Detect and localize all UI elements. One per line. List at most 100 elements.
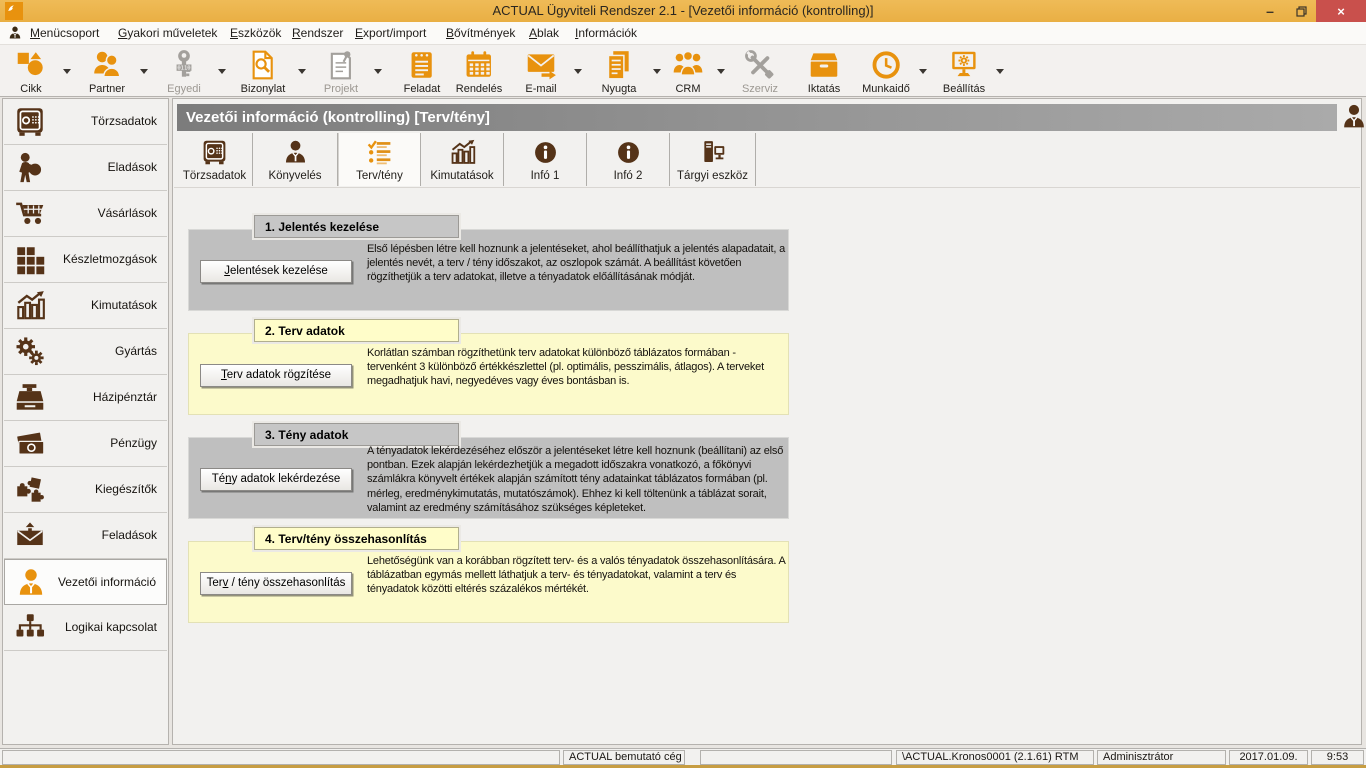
tab-targyi-eszkoz[interactable]: Tárgyi eszköz xyxy=(670,133,756,186)
safe-icon xyxy=(13,105,47,139)
toolbar-button-label: Rendelés xyxy=(456,83,502,95)
toolbar-button-label: Beállítás xyxy=(943,83,985,95)
restore-button[interactable] xyxy=(1286,0,1316,22)
section-title: 3. Tény adatok xyxy=(254,423,459,446)
grid-icon xyxy=(13,243,47,277)
section-description: Korlátlan számban rögzíthetünk terv adat… xyxy=(367,346,786,389)
toolbar: Cikk Partner 0110Egyedi Bizonylat Projekt Fel… xyxy=(0,45,1366,97)
tabs-divider xyxy=(174,187,1360,188)
close-button[interactable]: × xyxy=(1316,0,1366,22)
sidebar-item-gyartas[interactable]: Gyártás xyxy=(4,329,167,375)
statusbar: ACTUAL bemutató cég\ACTUAL.Kronos0001 (2… xyxy=(0,748,1366,765)
toolbar-button-nyugta[interactable]: Nyugta xyxy=(602,47,637,95)
toolbar-button-label: Bizonylat xyxy=(241,83,286,95)
menu-item-gyakori-muveletek[interactable]: Gyakori műveletek xyxy=(118,26,217,40)
dropdown-arrow-icon[interactable] xyxy=(717,69,725,78)
tab-label: Kimutatások xyxy=(430,170,493,182)
toolbar-button-rendeles[interactable]: Rendelés xyxy=(456,47,502,95)
computer-icon xyxy=(698,137,727,167)
dropdown-arrow-icon[interactable] xyxy=(63,69,71,78)
toolbar-button-iktatas[interactable]: Iktatás xyxy=(807,47,841,95)
menu-item-export-import[interactable]: Export/import xyxy=(355,26,426,40)
tab-kimutatasok[interactable]: Kimutatások xyxy=(421,133,504,186)
gears-icon xyxy=(13,335,47,369)
toolbar-button-crm[interactable]: CRM xyxy=(671,47,705,95)
dropdown-arrow-icon[interactable] xyxy=(574,69,582,78)
sidebar-item-feladasok[interactable]: Feladások xyxy=(4,513,167,559)
toolbar-button-label: Munkaidő xyxy=(862,83,910,95)
toolbar-button-partner[interactable]: Partner xyxy=(89,47,125,95)
status-cell-empty xyxy=(2,750,560,765)
sidebar-item-eladasok[interactable]: Eladások xyxy=(4,145,167,191)
info-icon xyxy=(531,137,560,167)
person-tie-icon xyxy=(1339,102,1366,132)
toolbar-button-e-mail[interactable]: E-mail xyxy=(524,47,558,95)
menu-item-rendszer[interactable]: Rendszer xyxy=(292,26,343,40)
partner-icon xyxy=(90,47,124,83)
tab-info-1[interactable]: Infó 1 xyxy=(504,133,587,186)
sidebar-item-kimutatasok[interactable]: Kimutatások xyxy=(4,283,167,329)
toolbar-button-cikk[interactable]: Cikk xyxy=(14,47,48,95)
button-teny-adatok-lekerdezese[interactable]: Tény adatok lekérdezése xyxy=(200,468,352,491)
section-title: 2. Terv adatok xyxy=(254,319,459,342)
sidebar-item-vezetoi-informacio[interactable]: Vezetői információ xyxy=(4,559,167,605)
tab-info-2[interactable]: Infó 2 xyxy=(587,133,670,186)
toolbar-button-egyedi[interactable]: 0110Egyedi xyxy=(167,47,201,95)
status-time: 9:53 xyxy=(1311,750,1364,765)
sidebar-item-hazipenztar[interactable]: Házipénztár xyxy=(4,375,167,421)
tab-label: Infó 1 xyxy=(531,170,560,182)
receipt-icon xyxy=(602,47,636,83)
menu-item-ablak[interactable]: Ablak xyxy=(529,26,559,40)
toolbar-button-szerviz[interactable]: Szerviz xyxy=(742,47,778,95)
section-description: Lehetőségünk van a korábban rögzített te… xyxy=(367,554,786,597)
status-database: \ACTUAL.Kronos0001 (2.1.61) RTM xyxy=(896,750,1094,765)
person-tie-icon xyxy=(281,137,310,167)
button-jelentesek-kezelese[interactable]: Jelentések kezelése xyxy=(200,260,352,283)
menu-item-bovitmenyek[interactable]: Bővítmények xyxy=(446,26,515,40)
sidebar-item-label: Törzsadatok xyxy=(91,99,157,144)
tab-torzsadatok[interactable]: Törzsadatok xyxy=(177,133,253,186)
sidebar-item-torzsadatok[interactable]: Törzsadatok xyxy=(4,99,167,145)
puzzle-icon xyxy=(13,473,47,507)
button-terv-adatok-rogzitese[interactable]: Terv adatok rögzítése xyxy=(200,364,352,387)
menu-item-menucsoport[interactable]: Menücsoport xyxy=(30,26,99,40)
sidebar-item-keszletmozgasok[interactable]: Készletmozgások xyxy=(4,237,167,283)
toolbar-button-feladat[interactable]: Feladat xyxy=(404,47,441,95)
toolbar-button-bizonylat[interactable]: Bizonylat xyxy=(241,47,286,95)
dropdown-arrow-icon[interactable] xyxy=(919,69,927,78)
sidebar: TörzsadatokEladásokVásárlásokKészletmozg… xyxy=(2,98,169,745)
tree-icon xyxy=(13,611,47,645)
svg-text:0110: 0110 xyxy=(177,66,190,72)
tab-label: Tárgyi eszköz xyxy=(677,170,748,182)
sidebar-item-penzugy[interactable]: Pénzügy xyxy=(4,421,167,467)
chart-icon xyxy=(13,289,47,323)
archive-icon xyxy=(807,47,841,83)
tab-terv-teny[interactable]: Terv/tény xyxy=(338,133,421,186)
dropdown-arrow-icon[interactable] xyxy=(374,69,382,78)
sidebar-item-kiegeszitok[interactable]: Kiegészítők xyxy=(4,467,167,513)
money-icon xyxy=(13,427,47,461)
dropdown-arrow-icon[interactable] xyxy=(996,69,1004,78)
menu-item-informaciok[interactable]: Információk xyxy=(575,26,637,40)
dropdown-arrow-icon[interactable] xyxy=(218,69,226,78)
minimize-button[interactable]: – xyxy=(1255,0,1285,22)
calendar-icon xyxy=(462,47,496,83)
sidebar-item-logikai-kapcsolat[interactable]: Logikai kapcsolat xyxy=(4,605,167,651)
toolbar-button-beallitas[interactable]: Beállítás xyxy=(943,47,985,95)
person-bag-icon xyxy=(13,151,47,185)
sidebar-item-vasarlasok[interactable]: Vásárlások xyxy=(4,191,167,237)
dropdown-arrow-icon[interactable] xyxy=(298,69,306,78)
section-title: 1. Jelentés kezelése xyxy=(254,215,459,238)
dropdown-arrow-icon[interactable] xyxy=(653,69,661,78)
sidebar-item-label: Pénzügy xyxy=(110,421,157,466)
status-cell-empty-2 xyxy=(700,750,892,765)
menu-item-eszkozok[interactable]: Eszközök xyxy=(230,26,281,40)
dropdown-arrow-icon[interactable] xyxy=(140,69,148,78)
toolbar-button-label: Partner xyxy=(89,83,125,95)
tab-konyveles[interactable]: Könyvelés xyxy=(253,133,338,186)
people-icon xyxy=(671,47,705,83)
toolbar-button-projekt[interactable]: Projekt xyxy=(324,47,358,95)
button-terv-teny-osszehasonlitas[interactable]: Terv / tény összehasonlítás xyxy=(200,572,352,595)
chart-icon xyxy=(448,137,477,167)
toolbar-button-munkaido[interactable]: Munkaidő xyxy=(862,47,910,95)
